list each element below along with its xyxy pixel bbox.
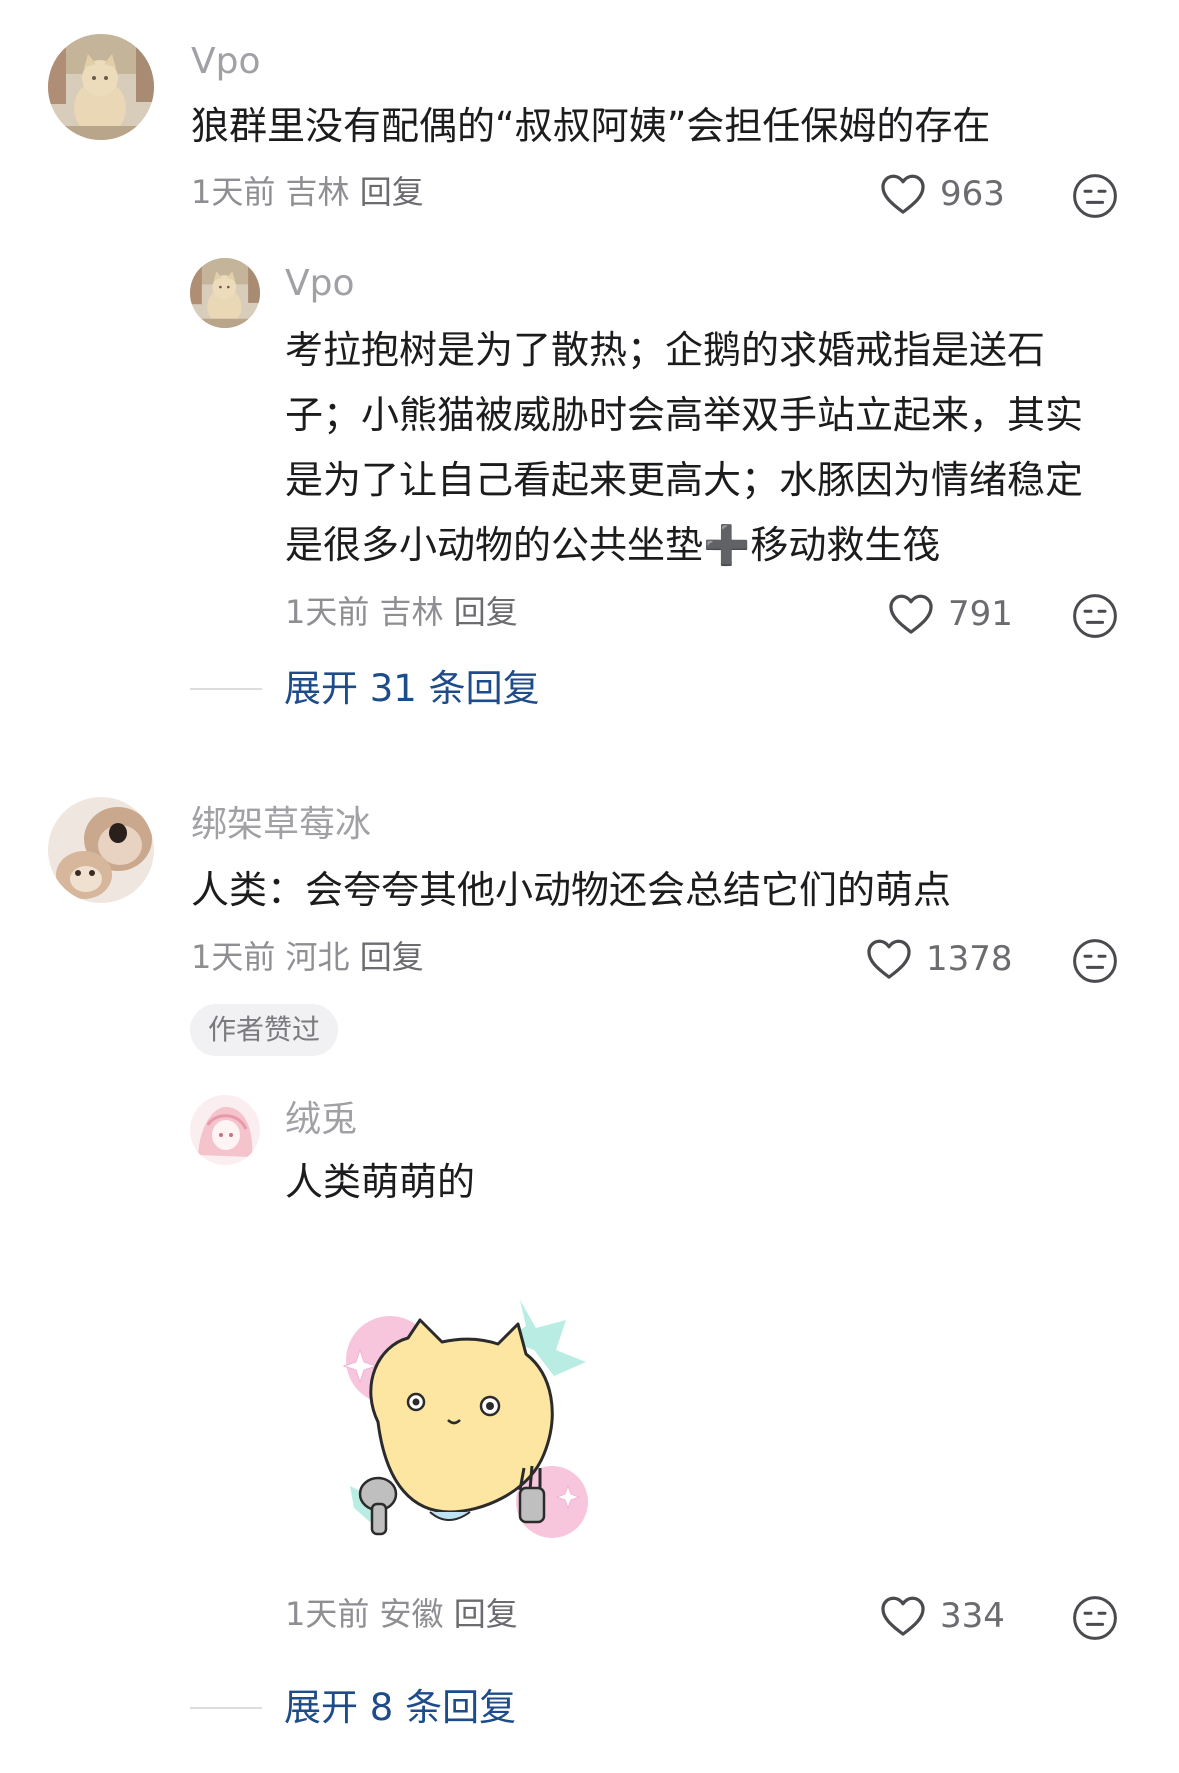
- meh-face-icon: [1073, 939, 1117, 983]
- heart-outline-icon: [889, 594, 933, 634]
- reply-location: 吉林: [379, 593, 444, 631]
- dislike-button[interactable]: [1071, 1594, 1119, 1642]
- expand-replies-label: 展开 8 条回复: [284, 1686, 517, 1729]
- heart-outline-icon: [867, 939, 911, 979]
- like-count: 334: [940, 1596, 1005, 1636]
- expand-replies-button[interactable]: 展开 31 条回复: [190, 665, 540, 713]
- reply-button[interactable]: 回复: [360, 173, 424, 211]
- like-button[interactable]: 1378: [866, 937, 1013, 981]
- heart-outline-icon: [881, 1596, 925, 1636]
- like-button[interactable]: 334: [880, 1594, 1005, 1638]
- comment-author[interactable]: Vpo: [191, 40, 261, 84]
- divider: [190, 688, 262, 690]
- expand-replies-label: 展开 31 条回复: [284, 667, 540, 710]
- author-liked-badge: 作者赞过: [190, 1004, 339, 1056]
- comment-location: 吉林: [285, 173, 350, 211]
- avatar[interactable]: [48, 34, 154, 140]
- reply-location: 安徽: [379, 1595, 444, 1633]
- reply-author[interactable]: 绒兎: [285, 1098, 357, 1142]
- reply-time: 1天前: [285, 1595, 370, 1633]
- reply-meta: 1天前 吉林 回复: [285, 590, 518, 634]
- meh-face-icon: [1073, 594, 1117, 638]
- comment-time: 1天前: [191, 938, 276, 976]
- reply-text: 人类萌萌的: [285, 1160, 476, 1204]
- comment-location: 河北: [285, 938, 350, 976]
- reply-button[interactable]: 回复: [454, 1595, 518, 1633]
- comment-meta: 1天前 河北 回复: [191, 935, 424, 979]
- anime-avatar-icon: [190, 1095, 260, 1165]
- reply-avatar[interactable]: [190, 1095, 260, 1165]
- dislike-button[interactable]: [1071, 592, 1119, 640]
- reply-avatar[interactable]: [190, 258, 260, 328]
- comment-meta: 1天前 吉林 回复: [191, 170, 424, 214]
- dislike-button[interactable]: [1071, 172, 1119, 220]
- reply-meta: 1天前 安徽 回复: [285, 1592, 518, 1636]
- comment-text: 人类：会夸夸其他小动物还会总结它们的萌点: [191, 868, 952, 912]
- reply-time: 1天前: [285, 593, 370, 631]
- cat-sticker[interactable]: [330, 1290, 600, 1545]
- reply-text: 考拉抱树是为了散热；企鹅的求婚戒指是送石子；小熊猫被威胁时会高举双手站立起来，其…: [285, 328, 1084, 567]
- cat-avatar-icon: [48, 34, 154, 140]
- hamster-avatar-icon: [48, 797, 154, 903]
- reply-button[interactable]: 回复: [454, 593, 518, 631]
- like-count: 1378: [926, 939, 1013, 979]
- meh-face-icon: [1073, 174, 1117, 218]
- divider: [190, 1707, 262, 1709]
- like-count: 791: [948, 594, 1013, 634]
- like-count: 963: [940, 174, 1005, 214]
- like-button[interactable]: 791: [888, 592, 1013, 636]
- meh-face-icon: [1073, 1596, 1117, 1640]
- reply-button[interactable]: 回复: [360, 938, 424, 976]
- cat-sticker-icon: [342, 1300, 588, 1538]
- comment-author[interactable]: 绑架草莓冰: [191, 803, 371, 847]
- comment-time: 1天前: [191, 173, 276, 211]
- cat-avatar-icon: [190, 258, 260, 328]
- dislike-button[interactable]: [1071, 937, 1119, 985]
- heart-outline-icon: [881, 174, 925, 214]
- like-button[interactable]: 963: [880, 172, 1005, 216]
- avatar[interactable]: [48, 797, 154, 903]
- expand-replies-button[interactable]: 展开 8 条回复: [190, 1684, 516, 1732]
- reply-author[interactable]: Vpo: [285, 262, 355, 306]
- comment-text: 狼群里没有配偶的“叔叔阿姨”会担任保姆的存在: [191, 104, 991, 148]
